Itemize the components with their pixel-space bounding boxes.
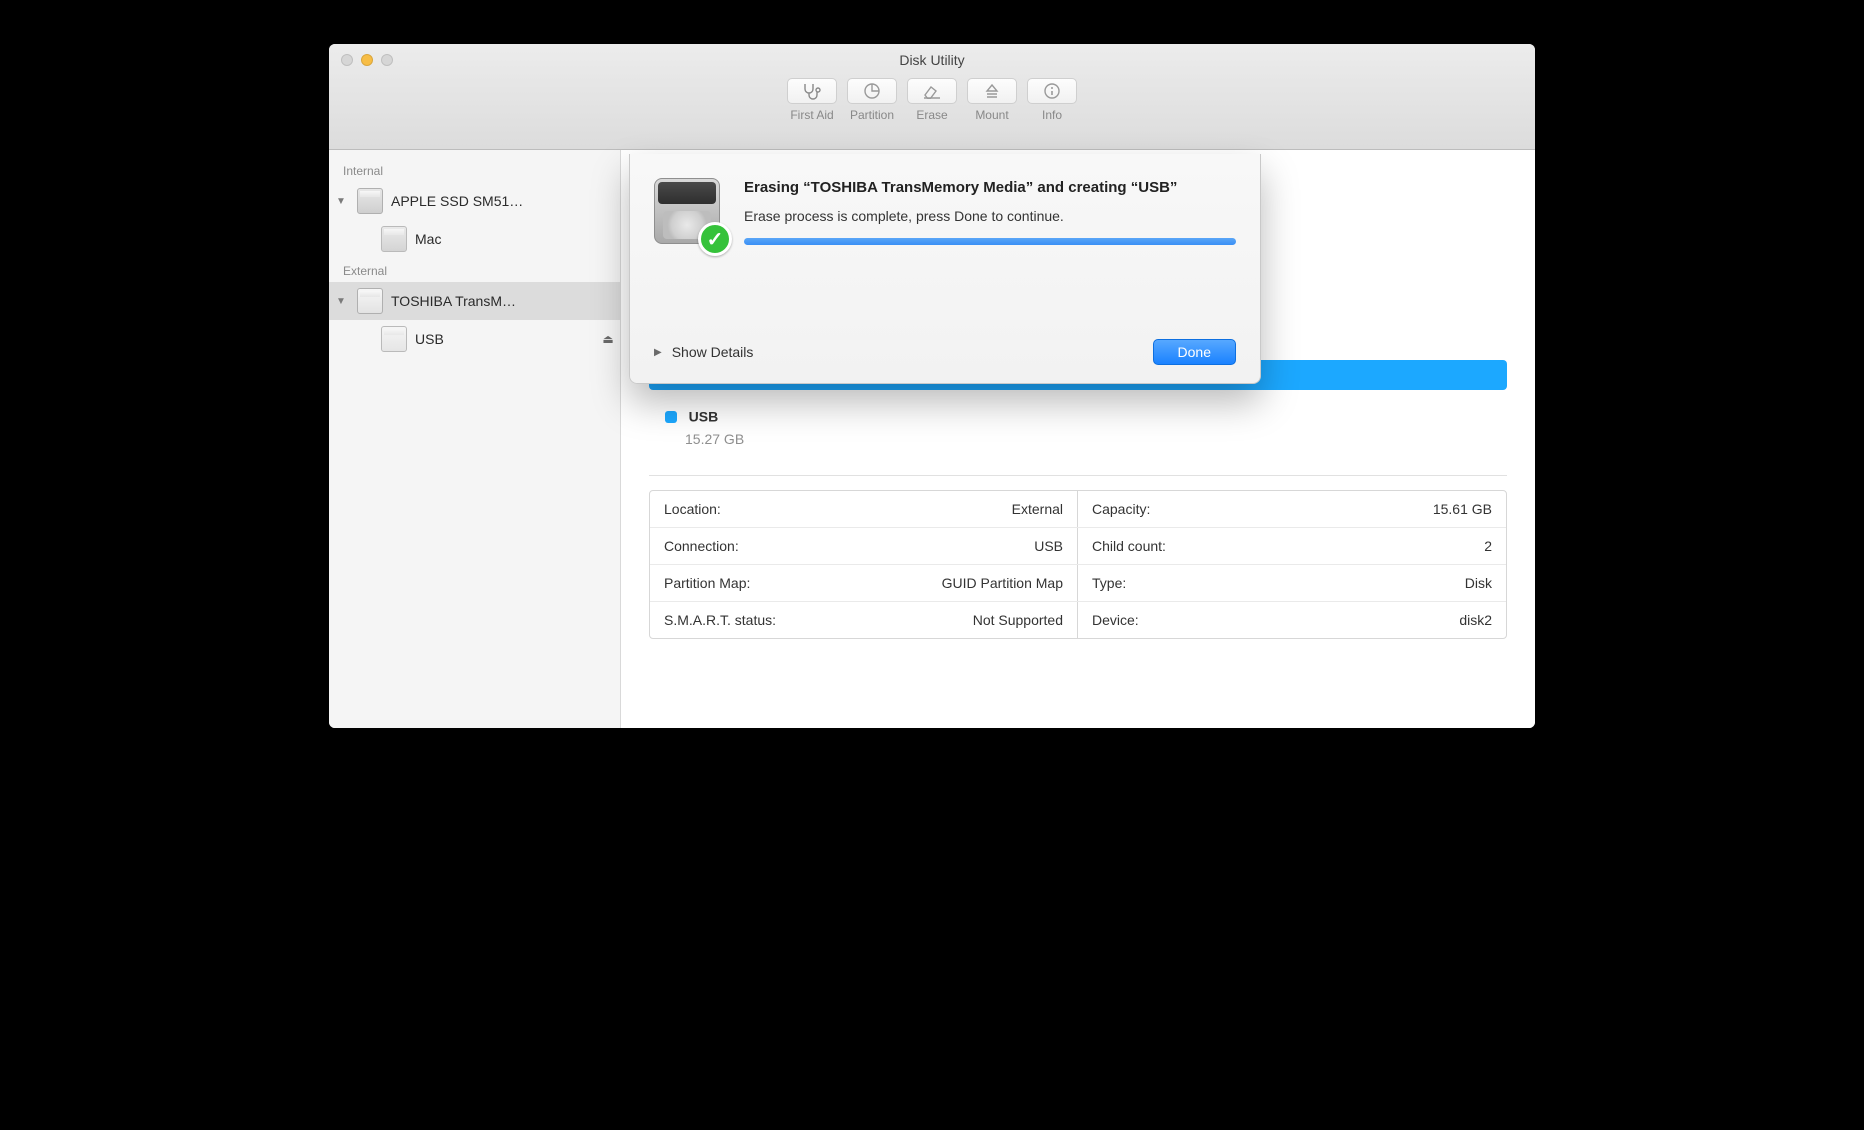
table-row: Connection:USB [650,527,1078,564]
properties-left: Location:External Connection:USB Partiti… [650,491,1078,638]
toolbar-label: First Aid [790,108,833,122]
volume-size: 15.27 GB [685,431,1535,447]
eject-icon[interactable]: ⏏ [596,327,620,351]
prop-val: disk2 [1309,601,1506,638]
properties-table: Location:External Connection:USB Partiti… [649,490,1507,639]
show-details-toggle[interactable]: ▶ Show Details [654,344,753,360]
erase-complete-dialog: ✓ Erasing “TOSHIBA TransMemory Media” an… [629,154,1261,384]
titlebar: Disk Utility First Aid Partition Erase [329,44,1535,150]
table-row: Location:External [650,491,1078,528]
close-window-button[interactable] [341,54,353,66]
prop-val: External [856,491,1077,528]
traffic-lights [341,54,393,66]
stethoscope-icon [802,82,822,100]
dialog-title: Erasing “TOSHIBA TransMemory Media” and … [744,178,1236,198]
prop-key: Device: [1078,601,1309,638]
prop-val: Not Supported [856,601,1077,638]
prop-key: Connection: [650,527,856,564]
sidebar-item-label: USB [415,331,596,347]
zoom-window-button[interactable] [381,54,393,66]
window-body: Internal ▼ APPLE SSD SM51… Mac External … [329,150,1535,728]
table-row: S.M.A.R.T. status:Not Supported [650,601,1078,638]
sidebar-disk-apple-ssd[interactable]: ▼ APPLE SSD SM51… [329,182,620,220]
disk-icon [357,188,383,214]
sidebar-item-label: Mac [415,231,620,247]
chevron-down-icon[interactable]: ▼ [333,296,349,307]
toolbar-erase[interactable]: Erase [907,78,957,122]
toolbar-mount[interactable]: Mount [967,78,1017,122]
dialog-subtitle: Erase process is complete, press Done to… [744,208,1236,224]
pie-icon [863,82,881,100]
volume-name: USB [689,409,719,425]
volume-summary: USB 15.27 GB [665,408,1535,447]
toolbar-first-aid[interactable]: First Aid [787,78,837,122]
sidebar-volume-usb[interactable]: USB ⏏ [329,320,620,358]
prop-key: Partition Map: [650,564,856,601]
toolbar-label: Partition [850,108,894,122]
sidebar-item-label: APPLE SSD SM51… [391,193,620,209]
prop-val: Disk [1309,564,1506,601]
table-row: Device:disk2 [1078,601,1506,638]
prop-key: Type: [1078,564,1309,601]
disk-icon [381,326,407,352]
dialog-icon: ✓ [654,178,724,248]
prop-val: 15.61 GB [1309,491,1506,528]
show-details-label: Show Details [672,344,754,360]
prop-val: GUID Partition Map [856,564,1077,601]
minimize-window-button[interactable] [361,54,373,66]
volume-color-chip [665,411,677,423]
sidebar-group-header: Internal [329,158,620,182]
prop-key: Child count: [1078,527,1309,564]
sidebar-disk-toshiba[interactable]: ▼ TOSHIBA TransM… [329,282,620,320]
toolbar-label: Info [1042,108,1062,122]
toolbar-partition[interactable]: Partition [847,78,897,122]
chevron-down-icon[interactable]: ▼ [333,196,349,207]
divider [649,475,1507,476]
app-window: Disk Utility First Aid Partition Erase [329,44,1535,728]
info-icon [1044,83,1060,99]
sidebar-item-label: TOSHIBA TransM… [391,293,620,309]
checkmark-badge-icon: ✓ [698,222,732,256]
prop-val: 2 [1309,527,1506,564]
table-row: Partition Map:GUID Partition Map [650,564,1078,601]
prop-key: Capacity: [1078,491,1309,528]
toolbar-label: Mount [975,108,1008,122]
chevron-right-icon: ▶ [654,347,662,358]
prop-key: S.M.A.R.T. status: [650,601,856,638]
toolbar: First Aid Partition Erase Mount [329,78,1535,122]
erase-icon [922,83,942,99]
progress-bar [744,238,1236,245]
table-row: Type:Disk [1078,564,1506,601]
toolbar-label: Erase [916,108,947,122]
table-row: Child count:2 [1078,527,1506,564]
disk-icon [381,226,407,252]
properties-right: Capacity:15.61 GB Child count:2 Type:Dis… [1078,491,1506,638]
mount-icon [984,83,1000,99]
window-title: Disk Utility [329,44,1535,68]
toolbar-info[interactable]: Info [1027,78,1077,122]
sidebar: Internal ▼ APPLE SSD SM51… Mac External … [329,150,621,728]
disk-icon [357,288,383,314]
sidebar-group-header: External [329,258,620,282]
prop-key: Location: [650,491,856,528]
table-row: Capacity:15.61 GB [1078,491,1506,528]
sidebar-volume-mac[interactable]: Mac [329,220,620,258]
prop-val: USB [856,527,1077,564]
done-button[interactable]: Done [1153,339,1236,365]
